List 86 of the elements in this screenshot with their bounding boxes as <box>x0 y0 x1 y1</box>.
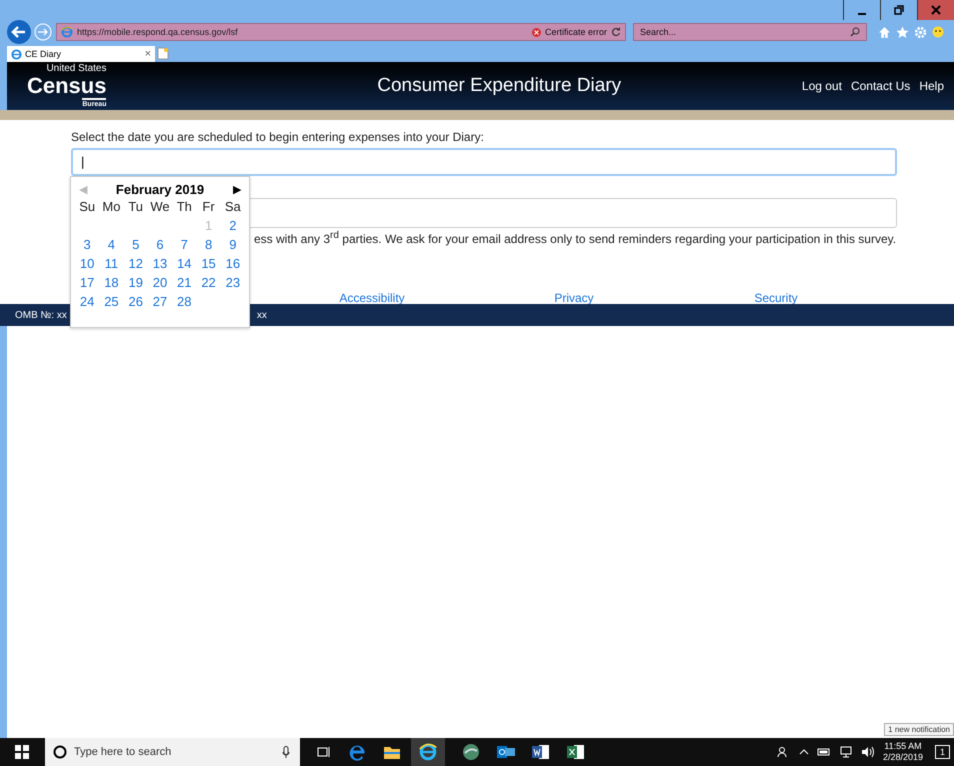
search-icon <box>53 745 67 759</box>
calendar-day[interactable]: 9 <box>220 237 245 252</box>
windows-start-icon[interactable] <box>15 745 29 759</box>
browser-e-icon[interactable] <box>348 743 366 761</box>
minimize-icon <box>858 13 866 15</box>
url-text: https://mobile.respond.qa.census.gov/lsf <box>77 27 239 37</box>
calendar-day[interactable]: 2 <box>220 218 245 233</box>
battery-icon[interactable] <box>816 747 831 757</box>
close-button[interactable] <box>917 0 954 20</box>
browser-e-icon <box>61 26 73 38</box>
certificate-error[interactable]: Certificate error <box>532 27 607 37</box>
notification-tooltip: 1 new notification <box>884 723 954 736</box>
weekday-label: Tu <box>127 199 144 214</box>
error-icon <box>532 28 541 36</box>
calendar-day[interactable]: 8 <box>196 237 221 252</box>
calendar-day[interactable]: 12 <box>124 256 148 271</box>
weekday-label: Su <box>78 199 96 214</box>
site-title: Consumer Expenditure Diary <box>376 75 622 97</box>
calendar-day[interactable]: 7 <box>172 237 196 252</box>
weekday-label: Th <box>176 199 193 214</box>
calendar-day[interactable]: 22 <box>196 275 221 290</box>
weekday-label: Mo <box>101 199 122 214</box>
taskbar-search-field[interactable]: Type here to search <box>45 738 300 766</box>
weekday-label: Fr <box>201 199 216 214</box>
header-link[interactable]: Help <box>919 79 944 93</box>
calendar-day[interactable]: 23 <box>220 275 245 290</box>
restore-icon <box>894 5 904 15</box>
speaker-icon[interactable] <box>860 746 875 758</box>
browser-tab[interactable]: CE Diary × <box>7 46 155 62</box>
calendar-day[interactable]: 5 <box>124 237 148 252</box>
month-title: February 2019 <box>116 182 204 196</box>
tab-close-button[interactable]: × <box>144 48 151 60</box>
calendar-day[interactable]: 15 <box>196 256 221 271</box>
calendar-day[interactable]: 24 <box>75 294 100 309</box>
calendar-day[interactable]: 6 <box>148 237 172 252</box>
calendar-day[interactable]: 26 <box>124 294 148 309</box>
calendar-day[interactable]: 21 <box>172 275 196 290</box>
calendar-day[interactable]: 28 <box>172 294 196 309</box>
star-icon[interactable] <box>896 26 909 38</box>
calendar-day[interactable]: 4 <box>99 237 124 252</box>
date-label: Select the date you are scheduled to begin entering expenses into your Diary: <box>71 130 485 144</box>
header-link[interactable]: Contact Us <box>850 79 910 93</box>
privacy-notice: ess with any 3$^{rd}$ parties. We ask for your email address only to send reminders regarding your participation in this survey. <box>254 230 897 246</box>
browser-e-icon[interactable] <box>419 743 437 761</box>
browser-e-icon <box>11 48 22 60</box>
footer-link[interactable]: Security <box>675 291 877 305</box>
notification-button[interactable]: 1 <box>934 745 950 759</box>
calendar-day[interactable]: 11 <box>99 256 124 271</box>
calendar-day[interactable]: 10 <box>75 256 100 271</box>
task-view-icon[interactable] <box>317 745 331 759</box>
calendar-day[interactable]: 13 <box>148 256 172 271</box>
folder-icon[interactable] <box>383 744 401 760</box>
omb-number: xx <box>256 310 267 320</box>
calendar-day[interactable]: 18 <box>99 275 124 290</box>
footer-link[interactable]: Accessibility <box>271 291 473 305</box>
refresh-icon[interactable] <box>611 27 621 37</box>
calendar-day[interactable]: 19 <box>124 275 148 290</box>
new-tab-icon[interactable] <box>157 47 169 60</box>
spreadsheet-app-icon[interactable] <box>567 744 585 760</box>
search-icon <box>850 27 860 37</box>
document-app-icon[interactable] <box>532 744 550 760</box>
browser-search-field[interactable]: Search... <box>633 23 867 41</box>
address-bar[interactable]: https://mobile.respond.qa.census.gov/lsf Certificate error <box>56 23 626 41</box>
header-link[interactable]: Log out <box>802 79 842 93</box>
smiley-icon[interactable] <box>932 26 944 38</box>
weekday-label: Sa <box>224 199 242 214</box>
date-input-field[interactable]: | <box>71 148 897 176</box>
clock[interactable]: 11:55 AM 2/28/2019 <box>882 741 923 763</box>
globe-icon[interactable] <box>462 743 480 761</box>
calendar-day: 1 <box>196 218 221 233</box>
footer-link[interactable]: Privacy <box>473 291 675 305</box>
calendar-day[interactable]: 14 <box>172 256 196 271</box>
calendar-day[interactable]: 3 <box>75 237 100 252</box>
next-month-button[interactable]: ▶ <box>232 182 241 196</box>
network-icon[interactable] <box>838 746 853 758</box>
calendar-day[interactable]: 16 <box>220 256 245 271</box>
calendar-day[interactable]: 27 <box>148 294 172 309</box>
calendar-day[interactable]: 20 <box>148 275 172 290</box>
calendar-day[interactable]: 25 <box>99 294 124 309</box>
omb-number: OMB №: xx <box>15 310 67 320</box>
close-icon <box>931 5 941 15</box>
chevron-up-icon[interactable] <box>798 748 809 756</box>
weekday-label: We <box>149 199 171 214</box>
calendar-day[interactable]: 17 <box>75 275 100 290</box>
microphone-icon[interactable] <box>282 746 290 758</box>
mail-app-icon[interactable] <box>497 744 515 760</box>
